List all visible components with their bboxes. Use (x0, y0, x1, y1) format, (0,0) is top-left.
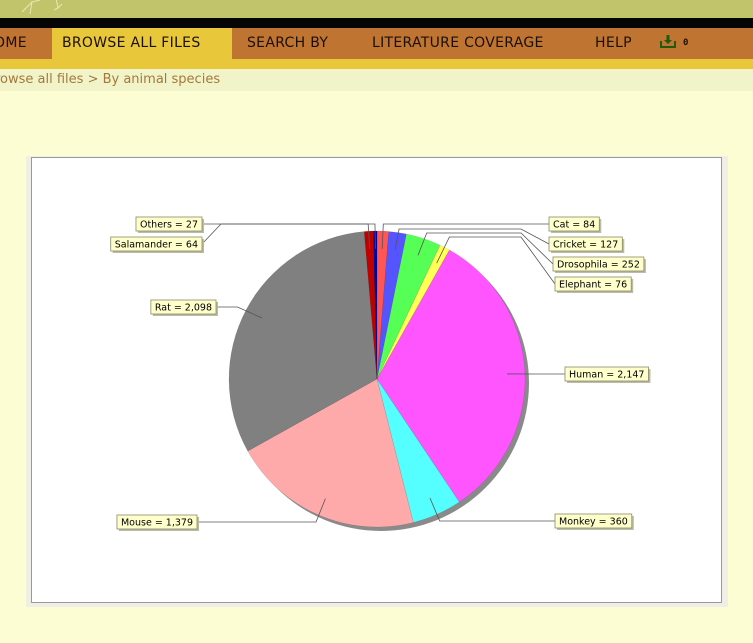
data-label-text: Cat = 84 (553, 220, 595, 231)
nav-underline (0, 59, 753, 69)
data-label-text: Drosophila = 252 (557, 260, 640, 271)
data-label-text: Human = 2,147 (569, 370, 644, 381)
nav-help[interactable]: HELP (595, 28, 632, 59)
data-label-text: Elephant = 76 (559, 280, 627, 291)
data-label-text: Rat = 2,098 (155, 303, 212, 314)
nav-search-by[interactable]: SEARCH BY (247, 28, 328, 59)
data-label-mouse: Mouse = 1,379 (116, 514, 199, 531)
header-divider (0, 18, 753, 28)
nav-browse-all-files[interactable]: BROWSE ALL FILES (52, 28, 232, 59)
data-label-text: Salamander = 64 (115, 240, 198, 251)
data-label-human: Human = 2,147 (564, 366, 651, 383)
main-nav: OME BROWSE ALL FILES SEARCH BY LITERATUR… (0, 28, 753, 59)
data-label-elephant: Elephant = 76 (554, 276, 634, 293)
data-label-monkey: Monkey = 360 (554, 513, 634, 530)
pie-chart: Cat = 84 Cricket = 127 Drosophila = 252 Ele… (110, 216, 651, 531)
data-label-rat: Rat = 2,098 (150, 299, 218, 316)
data-label-text: Mouse = 1,379 (121, 518, 193, 529)
top-banner (0, 0, 753, 18)
data-label-others: Others = 27 (135, 216, 204, 233)
download-tray-icon[interactable] (659, 34, 677, 50)
nav-literature-coverage[interactable]: LITERATURE COVERAGE (372, 28, 544, 59)
data-label-salamander: Salamander = 64 (110, 236, 204, 253)
data-label-text: Monkey = 360 (559, 517, 628, 528)
data-label-text: Others = 27 (140, 220, 198, 231)
breadcrumb[interactable]: rowse all files > By animal species (0, 69, 753, 91)
data-label-drosophila: Drosophila = 252 (552, 256, 646, 273)
data-label-text: Cricket = 127 (553, 240, 618, 251)
data-label-cat: Cat = 84 (548, 216, 602, 233)
insect-logo-icon (21, 0, 63, 15)
download-count: 0 (683, 38, 689, 48)
data-label-cricket: Cricket = 127 (548, 236, 625, 253)
nav-home[interactable]: OME (0, 28, 52, 59)
